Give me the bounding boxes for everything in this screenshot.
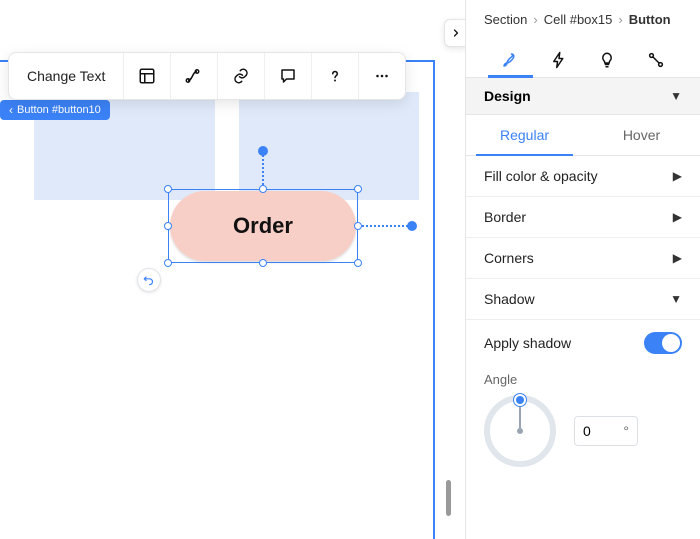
brush-icon [501,51,519,69]
angle-dial[interactable] [484,395,556,467]
alignment-guide-vertical [262,151,264,189]
chevron-right-icon: ▶ [673,210,682,224]
row-shadow-label: Shadow [484,291,535,307]
inspector-tabs [466,37,700,78]
resize-handle[interactable] [164,259,172,267]
row-corners-label: Corners [484,250,534,266]
section-frame[interactable] [0,60,435,539]
resize-handle[interactable] [164,185,172,193]
more-button[interactable] [358,53,405,99]
tab-inspect[interactable] [583,43,632,77]
chevron-right-icon: ▶ [673,251,682,265]
tab-regular-label: Regular [500,127,549,143]
row-border-label: Border [484,209,526,225]
help-icon [326,67,344,85]
layout-icon [138,67,156,85]
nodes-icon [647,51,665,69]
chevron-right-icon: › [618,12,622,27]
path-icon [185,67,203,85]
breadcrumb: Section › Cell #box15 › Button [466,0,700,37]
editor-canvas[interactable]: Order Button #button10 [0,0,466,539]
dial-knob[interactable] [514,394,526,406]
stage[interactable]: Order [0,60,435,539]
selection-tag[interactable]: Button #button10 [0,100,110,120]
angle-input[interactable]: 0 ° [574,416,638,446]
resize-handle[interactable] [259,185,267,193]
resize-handle[interactable] [259,259,267,267]
section-title: Design [484,88,531,104]
tab-hover[interactable]: Hover [583,115,700,155]
selection-box[interactable]: Order [168,189,358,263]
angle-label: Angle [484,372,682,387]
resize-handle[interactable] [354,222,362,230]
panel-collapse-button[interactable] [444,19,466,47]
section-design-header[interactable]: Design ▼ [466,78,700,115]
help-button[interactable] [311,53,358,99]
shadow-angle-group: Angle 0 ° [466,366,700,467]
chevron-right-icon: ▶ [673,169,682,183]
dial-center [517,428,523,434]
angle-value: 0 [583,423,591,439]
resize-handle[interactable] [354,185,362,193]
angle-unit: ° [623,423,629,439]
resize-handle[interactable] [354,259,362,267]
tab-regular[interactable]: Regular [466,115,583,155]
bolt-icon [550,51,568,69]
selection-outline [168,189,358,263]
chevron-right-icon [450,27,462,39]
anchor-point[interactable] [407,221,417,231]
state-tabs: Regular Hover [466,115,700,156]
resize-handle[interactable] [164,222,172,230]
animation-button[interactable] [170,53,217,99]
breadcrumb-cell[interactable]: Cell #box15 [544,12,613,27]
tab-design[interactable] [486,43,535,77]
row-corners[interactable]: Corners ▶ [466,238,700,279]
layout-button[interactable] [123,53,170,99]
link-button[interactable] [217,53,264,99]
comment-icon [279,67,297,85]
row-apply-shadow: Apply shadow [466,320,700,366]
chevron-down-icon: ▼ [670,292,682,306]
tab-code[interactable] [632,43,681,77]
chevron-down-icon: ▼ [670,89,682,103]
tab-hover-label: Hover [623,127,660,143]
breadcrumb-section[interactable]: Section [484,12,527,27]
comment-button[interactable] [264,53,311,99]
alignment-guide-horizontal [358,225,412,227]
chevron-right-icon: › [533,12,537,27]
change-text-label: Change Text [27,68,105,84]
tab-interactions[interactable] [535,43,584,77]
apply-shadow-label: Apply shadow [484,335,571,351]
change-text-button[interactable]: Change Text [9,53,123,99]
scrollbar-vertical[interactable] [446,480,451,516]
anchor-point[interactable] [258,146,268,156]
undo-button[interactable] [137,268,161,292]
row-shadow[interactable]: Shadow ▼ [466,279,700,320]
element-toolbar: Change Text [8,52,406,100]
link-icon [232,67,250,85]
row-fill-label: Fill color & opacity [484,168,598,184]
selection-tag-label: Button #button10 [17,104,101,116]
row-fill[interactable]: Fill color & opacity ▶ [466,156,700,197]
more-icon [373,67,391,85]
apply-shadow-toggle[interactable] [644,332,682,354]
breadcrumb-current[interactable]: Button [629,12,671,27]
row-border[interactable]: Border ▶ [466,197,700,238]
undo-icon [142,273,156,287]
inspector-panel: Section › Cell #box15 › Button Design ▼ [466,0,700,539]
bulb-icon [598,51,616,69]
